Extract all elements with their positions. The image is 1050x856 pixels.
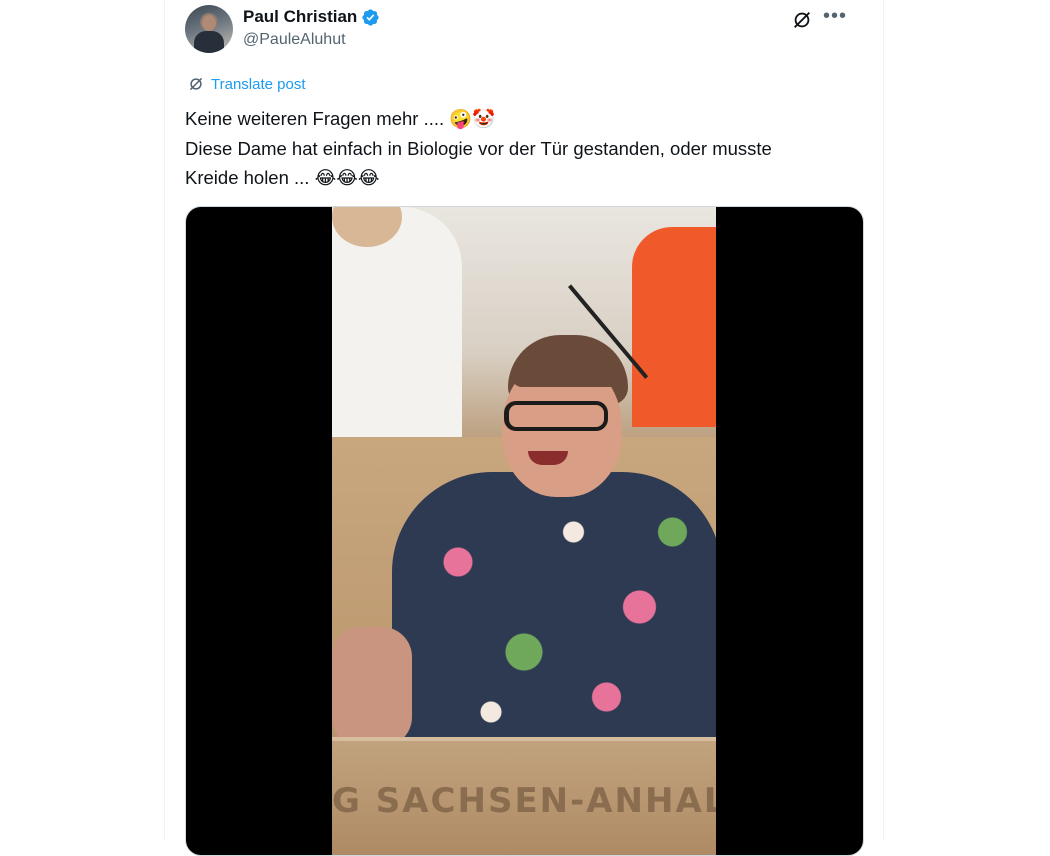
translate-post-label[interactable]: Translate post <box>211 76 306 93</box>
author-handle[interactable]: @PauleAluhut <box>243 31 380 49</box>
tweet-text: Keine weiteren Fragen mehr .... 🤪🤡 Diese… <box>185 104 865 193</box>
podium-text: G SACHSEN-ANHALT <box>332 781 716 821</box>
translate-post-link[interactable]: Translate post <box>187 75 306 93</box>
author-info: Paul Christian @PauleAluhut <box>243 7 380 49</box>
verified-badge-icon[interactable] <box>361 8 380 27</box>
timeline-column: Paul Christian @PauleAluhut ••• Translat… <box>164 0 884 856</box>
tweet-text-line: Kreide holen ... 😂😂😂 <box>185 167 380 188</box>
grok-icon[interactable] <box>791 9 813 31</box>
tweet-text-line: Diese Dame hat einfach in Biologie vor d… <box>185 137 772 159</box>
video-frame: G SACHSEN-ANHALT <box>332 207 716 855</box>
avatar[interactable] <box>185 5 233 53</box>
podium: G SACHSEN-ANHALT <box>332 737 716 855</box>
translate-icon <box>187 75 205 93</box>
tweet-header: Paul Christian @PauleAluhut ••• <box>185 5 865 55</box>
author-display-name[interactable]: Paul Christian <box>243 7 357 27</box>
video-player[interactable]: G SACHSEN-ANHALT <box>185 206 864 856</box>
more-icon[interactable]: ••• <box>823 5 847 27</box>
tweet-text-line: Keine weiteren Fragen mehr .... 🤪🤡 <box>185 108 496 129</box>
